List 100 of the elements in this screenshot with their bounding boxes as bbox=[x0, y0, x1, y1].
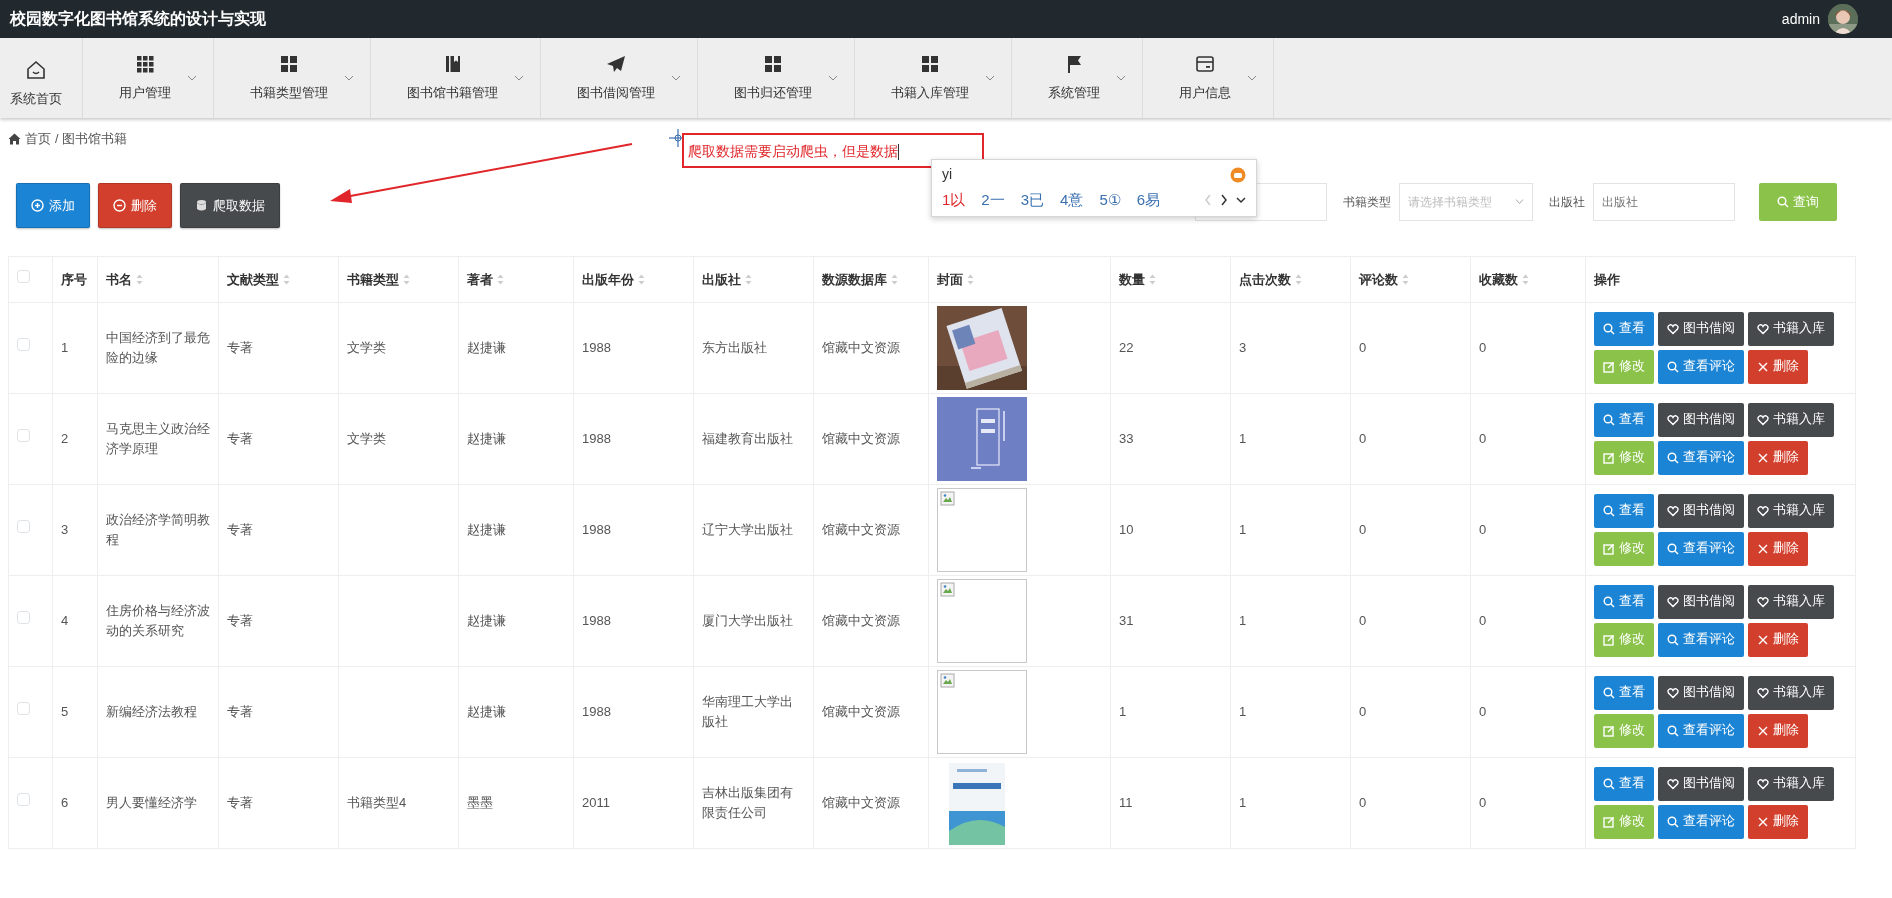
select-all-checkbox[interactable] bbox=[17, 269, 30, 283]
sort-icon[interactable] bbox=[1149, 273, 1156, 285]
stock-in-button[interactable]: 书籍入库 bbox=[1748, 493, 1834, 528]
nav-menu-item[interactable]: 图书借阅管理 bbox=[541, 38, 698, 118]
view-button[interactable]: 查看 bbox=[1594, 402, 1654, 437]
borrow-button[interactable]: 图书借阅 bbox=[1658, 675, 1744, 710]
ime-candidate[interactable]: 2一 bbox=[981, 189, 1005, 212]
nav-label: 系统首页 bbox=[10, 90, 62, 109]
sort-icon[interactable] bbox=[136, 273, 143, 285]
sort-icon[interactable] bbox=[891, 273, 898, 285]
view-button[interactable]: 查看 bbox=[1594, 493, 1654, 528]
table-cell-text: 华南理工大学出版社 bbox=[702, 694, 793, 729]
row-checkbox[interactable] bbox=[17, 793, 30, 806]
row-checkbox[interactable] bbox=[17, 520, 30, 533]
table-cell-text: 5 bbox=[61, 704, 69, 719]
row-checkbox[interactable] bbox=[17, 611, 30, 624]
crawl-button[interactable]: 爬取数据 bbox=[180, 182, 280, 228]
delete-button[interactable]: 删除 bbox=[1748, 713, 1808, 748]
column-header[interactable]: 封面 bbox=[937, 269, 963, 289]
column-header[interactable]: 数量 bbox=[1119, 269, 1145, 289]
table-cell-text: 馆藏中文资源 bbox=[822, 340, 900, 355]
delete-button[interactable]: 删除 bbox=[1748, 440, 1808, 475]
stock-in-button[interactable]: 书籍入库 bbox=[1748, 402, 1834, 437]
ime-candidate[interactable]: 4意 bbox=[1060, 189, 1084, 212]
stock-in-button[interactable]: 书籍入库 bbox=[1748, 584, 1834, 619]
view-comments-button[interactable]: 查看评论 bbox=[1658, 349, 1744, 384]
delete-button[interactable]: 删除 bbox=[98, 182, 172, 228]
breadcrumb-item-text: 图书馆书籍 bbox=[62, 131, 128, 148]
sort-icon[interactable] bbox=[283, 273, 290, 285]
stock-in-button[interactable]: 书籍入库 bbox=[1748, 766, 1834, 801]
delete-button[interactable]: 删除 bbox=[1748, 349, 1808, 384]
view-comments-button[interactable]: 查看评论 bbox=[1658, 531, 1744, 566]
user-name[interactable]: admin bbox=[1781, 8, 1820, 30]
previous-page-icon[interactable] bbox=[1204, 194, 1212, 207]
view-comments-button[interactable]: 查看评论 bbox=[1658, 622, 1744, 657]
delete-button[interactable]: 删除 bbox=[1748, 622, 1808, 657]
search-field[interactable]: 出版社 bbox=[1593, 182, 1735, 221]
sort-icon[interactable] bbox=[1295, 273, 1302, 285]
nav-menu-item[interactable]: 图书馆书籍管理 bbox=[371, 38, 541, 118]
add-button[interactable]: 添加 bbox=[16, 182, 90, 228]
sort-icon[interactable] bbox=[745, 273, 752, 285]
column-header[interactable]: 出版社 bbox=[702, 269, 741, 289]
table-cell-text: 0 bbox=[1359, 431, 1367, 446]
sort-icon[interactable] bbox=[1522, 273, 1529, 285]
nav-menu-item[interactable]: 系统首页 bbox=[0, 38, 83, 118]
sort-icon[interactable] bbox=[1402, 273, 1409, 285]
nav-menu-item[interactable]: 系统管理 bbox=[1012, 38, 1143, 118]
borrow-button[interactable]: 图书借阅 bbox=[1658, 402, 1744, 437]
view-button[interactable]: 查看 bbox=[1594, 675, 1654, 710]
sort-icon[interactable] bbox=[403, 273, 410, 285]
search-icon bbox=[1603, 777, 1615, 790]
next-page-icon[interactable] bbox=[1220, 194, 1228, 207]
table-cell-text: 1988 bbox=[582, 431, 611, 446]
table-cell-text: 赵捷谦 bbox=[467, 613, 506, 628]
close-icon bbox=[1757, 451, 1769, 464]
nav-label: 图书借阅管理 bbox=[577, 84, 655, 103]
table-cell-text: 赵捷谦 bbox=[467, 340, 506, 355]
ime-candidate[interactable]: 3已 bbox=[1020, 189, 1045, 212]
view-button[interactable]: 查看 bbox=[1594, 766, 1654, 801]
table-cell-text: 吉林出版集团有限责任公司 bbox=[702, 785, 793, 820]
table-cell-text: 1 bbox=[1119, 704, 1127, 719]
breadcrumb-item-text[interactable]: 首页 bbox=[25, 130, 51, 149]
borrow-button[interactable]: 图书借阅 bbox=[1658, 584, 1744, 619]
row-checkbox[interactable] bbox=[17, 702, 30, 715]
ime-candidate[interactable]: 5① bbox=[1099, 189, 1121, 212]
stock-in-button[interactable]: 书籍入库 bbox=[1748, 675, 1834, 710]
view-button[interactable]: 查看 bbox=[1594, 311, 1654, 346]
nav-menu-item[interactable]: 用户管理 bbox=[83, 38, 214, 118]
sort-icon[interactable] bbox=[967, 273, 974, 285]
nav-menu-item[interactable]: 书籍入库管理 bbox=[855, 38, 1012, 118]
row-checkbox[interactable] bbox=[17, 338, 30, 351]
stock-in-button[interactable]: 书籍入库 bbox=[1748, 311, 1834, 346]
column-header[interactable]: 评论数 bbox=[1359, 269, 1398, 289]
row-checkbox[interactable] bbox=[17, 429, 30, 442]
ime-candidate[interactable]: 1以 bbox=[942, 189, 966, 212]
column-header[interactable]: 收藏数 bbox=[1479, 269, 1518, 289]
table-cell-text: 馆藏中文资源 bbox=[822, 613, 900, 628]
borrow-button[interactable]: 图书借阅 bbox=[1658, 311, 1744, 346]
column-header[interactable]: 文献类型 bbox=[227, 269, 279, 289]
nav-menu-item[interactable]: 书籍类型管理 bbox=[214, 38, 371, 118]
delete-button[interactable]: 删除 bbox=[1748, 804, 1808, 839]
column-header[interactable]: 著者 bbox=[467, 269, 493, 289]
nav-menu-item[interactable]: 用户信息 bbox=[1143, 38, 1274, 118]
sort-icon[interactable] bbox=[638, 273, 645, 285]
ime-candidate[interactable]: 6易 bbox=[1136, 189, 1161, 212]
edit-icon bbox=[1603, 724, 1615, 737]
view-comments-button[interactable]: 查看评论 bbox=[1658, 804, 1744, 839]
column-header[interactable]: 点击次数 bbox=[1239, 269, 1291, 289]
sort-icon[interactable] bbox=[497, 273, 504, 285]
column-header[interactable]: 书籍类型 bbox=[347, 269, 399, 289]
borrow-button[interactable]: 图书借阅 bbox=[1658, 766, 1744, 801]
expand-icon[interactable] bbox=[1236, 196, 1246, 205]
nav-menu-item[interactable]: 图书归还管理 bbox=[698, 38, 855, 118]
borrow-button[interactable]: 图书借阅 bbox=[1658, 493, 1744, 528]
column-header[interactable]: 出版年份 bbox=[582, 269, 634, 289]
view-comments-button[interactable]: 查看评论 bbox=[1658, 713, 1744, 748]
view-comments-button[interactable]: 查看评论 bbox=[1658, 440, 1744, 475]
column-header[interactable]: 书名 bbox=[106, 269, 132, 289]
view-button[interactable]: 查看 bbox=[1594, 584, 1654, 619]
delete-button[interactable]: 删除 bbox=[1748, 531, 1808, 566]
